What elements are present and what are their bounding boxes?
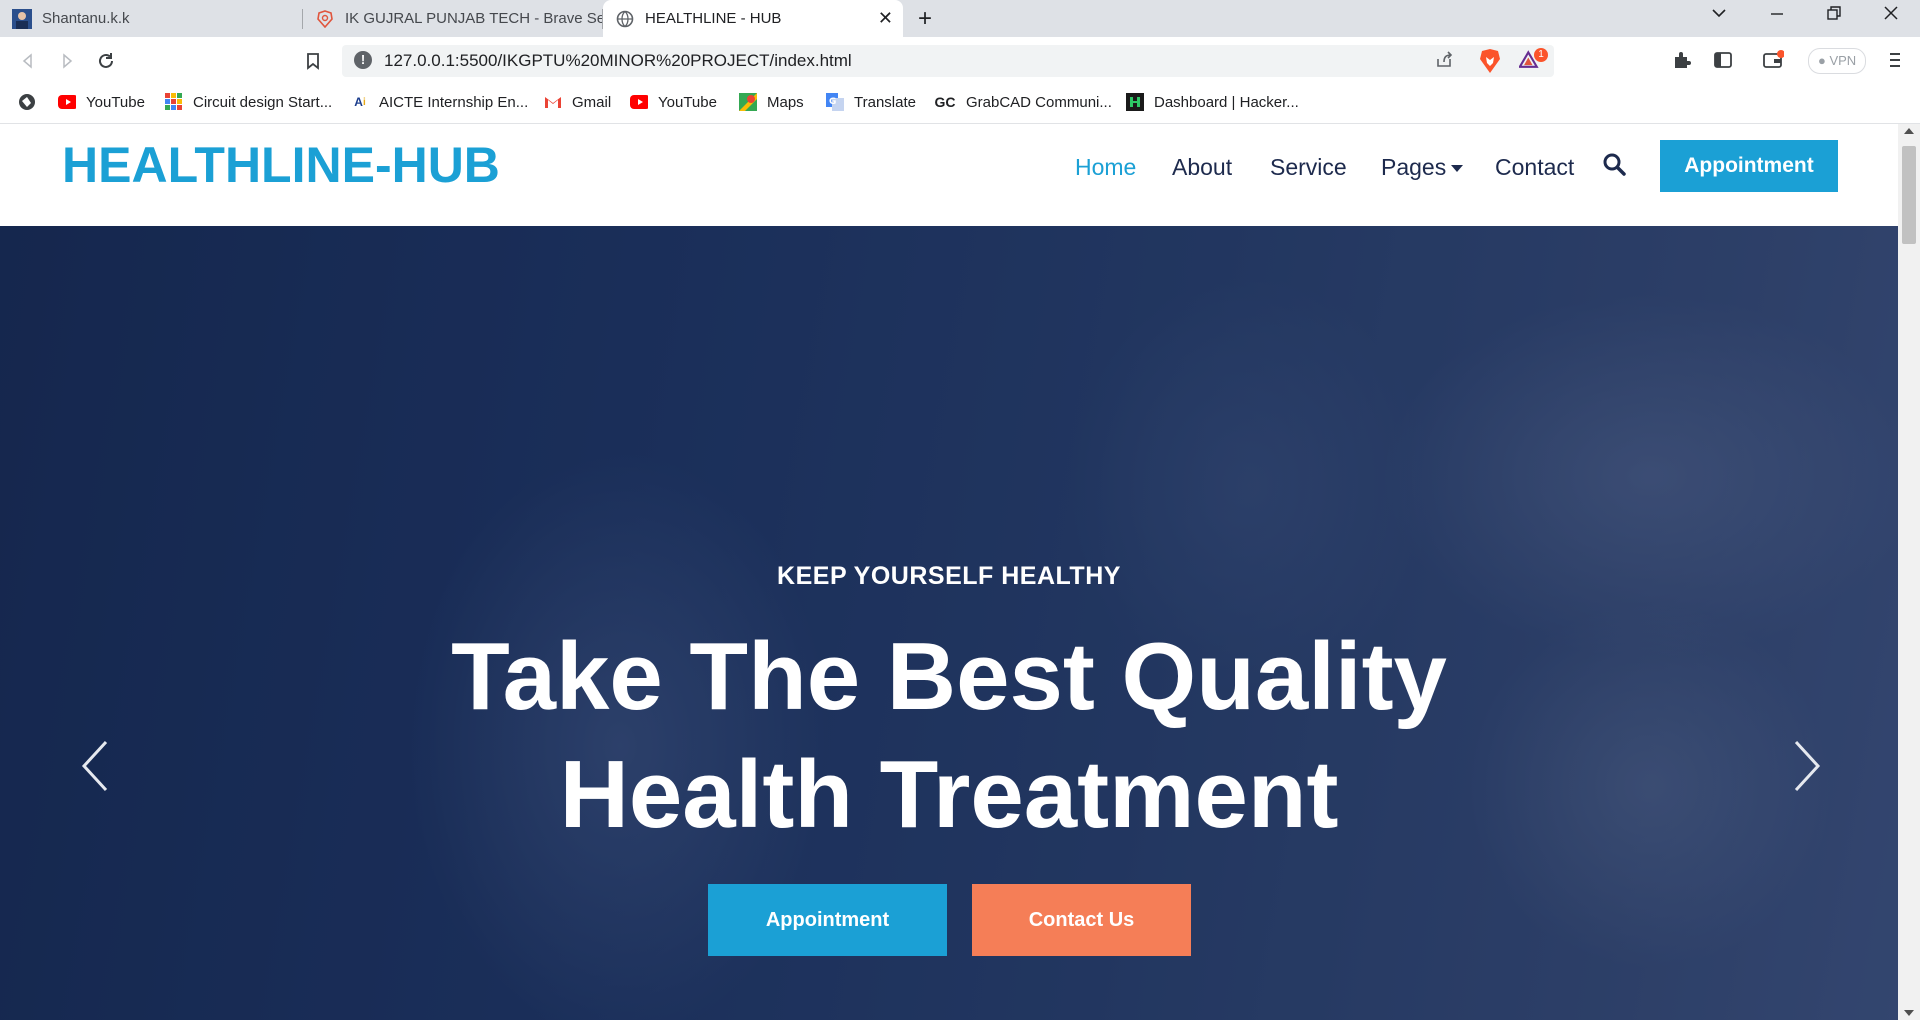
tab-title: IK GUJRAL PUNJAB TECH - Brave Search: [345, 10, 603, 27]
sidebar-icon[interactable]: [1712, 49, 1734, 71]
bookmark-hackerrank[interactable]: Dashboard | Hacker...: [1126, 84, 1299, 120]
bookmark-youtube-1[interactable]: YouTube: [58, 84, 145, 120]
wallet-icon[interactable]: [1762, 49, 1784, 71]
nav-contact[interactable]: Contact: [1495, 154, 1574, 181]
caret-down-icon: [1451, 165, 1464, 173]
back-button[interactable]: [14, 47, 42, 75]
hackerrank-icon: [1126, 93, 1144, 111]
nav-about[interactable]: About: [1172, 154, 1232, 181]
bookmark-grabcad[interactable]: GC GrabCAD Communi...: [934, 84, 1112, 120]
bookmark-label: Gmail: [572, 93, 612, 111]
youtube-icon: [630, 93, 648, 111]
menu-icon[interactable]: [1884, 49, 1906, 71]
globe-icon: [615, 9, 635, 29]
translate-icon: G: [826, 93, 844, 111]
extensions-icon[interactable]: [1671, 49, 1693, 71]
apps-icon[interactable]: [18, 84, 36, 120]
bookmarks-bar: YouTube Circuit design Start... Ai AICTE…: [0, 84, 1920, 124]
nav-appointment-button[interactable]: Appointment: [1660, 140, 1838, 192]
bookmark-label: GrabCAD Communi...: [966, 93, 1112, 111]
close-tab-icon[interactable]: ✕: [878, 8, 893, 29]
tab-shantanu[interactable]: Shantanu.k.k: [0, 0, 303, 37]
reload-button[interactable]: [92, 47, 120, 75]
brave-search-icon: [315, 9, 335, 29]
nav-home[interactable]: Home: [1075, 154, 1136, 181]
bookmark-label: YouTube: [658, 93, 717, 111]
bookmark-label: Circuit design Start...: [193, 93, 333, 111]
hero-title-line2: Health Treatment: [559, 741, 1339, 848]
bookmark-aicte[interactable]: Ai AICTE Internship En...: [351, 84, 528, 120]
bookmark-label: Maps: [767, 93, 804, 111]
profile-photo-icon: [12, 8, 32, 29]
bookmark-label: AICTE Internship En...: [379, 93, 529, 111]
page-scrollbar[interactable]: [1898, 124, 1920, 1020]
hero-kicker: KEEP YOURSELF HEALTHY: [777, 562, 1121, 590]
grabcad-icon: GC: [934, 94, 956, 110]
svg-text:G: G: [829, 97, 836, 107]
browser-toolbar: ! 127.0.0.1:5500/IKGPTU%20MINOR%20PROJEC…: [0, 37, 1920, 84]
aicte-icon: Ai: [354, 95, 366, 109]
site-logo[interactable]: HEALTHLINE-HUB: [62, 140, 500, 190]
gmail-icon: [544, 93, 562, 111]
carousel-prev-arrow-icon[interactable]: [76, 736, 116, 796]
nav-service[interactable]: Service: [1270, 154, 1347, 181]
share-icon[interactable]: [1434, 50, 1454, 70]
tab-title: Shantanu.k.k: [42, 10, 130, 27]
carousel-next-arrow-icon[interactable]: [1786, 736, 1826, 796]
tab-title: HEALTHLINE - HUB: [645, 10, 782, 27]
site-info-icon[interactable]: !: [354, 51, 372, 69]
bookmark-circuit-design[interactable]: Circuit design Start...: [165, 84, 332, 120]
vpn-button[interactable]: ● VPN: [1808, 48, 1867, 74]
scroll-up-arrow-icon[interactable]: [1904, 128, 1914, 134]
bookmark-gmail[interactable]: Gmail: [544, 84, 611, 120]
browser-tab-strip: Shantanu.k.k IK GUJRAL PUNJAB TECH - Bra…: [0, 0, 1920, 37]
hero-appointment-button[interactable]: Appointment: [708, 884, 947, 956]
rewards-badge: 1: [1534, 48, 1548, 62]
minimize-button[interactable]: [1768, 4, 1786, 27]
hero-title: Take The Best Quality Health Treatment: [0, 618, 1898, 854]
url-text[interactable]: 127.0.0.1:5500/IKGPTU%20MINOR%20PROJECT/…: [384, 51, 852, 71]
bookmark-label: Translate: [854, 93, 916, 111]
youtube-icon: [58, 93, 76, 111]
circuit-grid-icon: [165, 93, 183, 111]
search-icon[interactable]: [1602, 152, 1628, 178]
scrollbar-thumb[interactable]: [1902, 146, 1916, 244]
close-window-button[interactable]: [1882, 4, 1900, 27]
hero-carousel: KEEP YOURSELF HEALTHY Take The Best Qual…: [0, 226, 1898, 1020]
brave-shields-icon[interactable]: [1478, 48, 1502, 79]
new-tab-button[interactable]: +: [918, 5, 932, 33]
hero-title-line1: Take The Best Quality: [451, 623, 1447, 730]
maps-icon: [739, 93, 757, 111]
nav-pages-label: Pages: [1381, 154, 1447, 180]
forward-button[interactable]: [53, 47, 81, 75]
scroll-down-arrow-icon[interactable]: [1904, 1010, 1914, 1016]
tab-brave-search[interactable]: IK GUJRAL PUNJAB TECH - Brave Search: [303, 0, 603, 37]
hero-contact-button[interactable]: Contact Us: [972, 884, 1191, 956]
bookmark-label: YouTube: [86, 93, 145, 111]
bookmark-youtube-2[interactable]: YouTube: [630, 84, 717, 120]
bookmark-icon[interactable]: [299, 47, 327, 75]
bookmark-translate[interactable]: G Translate: [826, 84, 916, 120]
tab-healthline-hub[interactable]: HEALTHLINE - HUB ✕: [603, 0, 903, 37]
tab-search-chevron-icon[interactable]: [1710, 4, 1728, 27]
restore-button[interactable]: [1825, 4, 1843, 27]
bookmark-label: Dashboard | Hacker...: [1154, 93, 1299, 111]
bookmark-maps[interactable]: Maps: [739, 84, 804, 120]
site-navbar: HEALTHLINE-HUB Home About Service Pages …: [0, 124, 1898, 226]
nav-pages[interactable]: Pages: [1381, 154, 1464, 181]
vpn-label: VPN: [1829, 53, 1857, 68]
address-bar[interactable]: ! 127.0.0.1:5500/IKGPTU%20MINOR%20PROJEC…: [342, 45, 1554, 77]
